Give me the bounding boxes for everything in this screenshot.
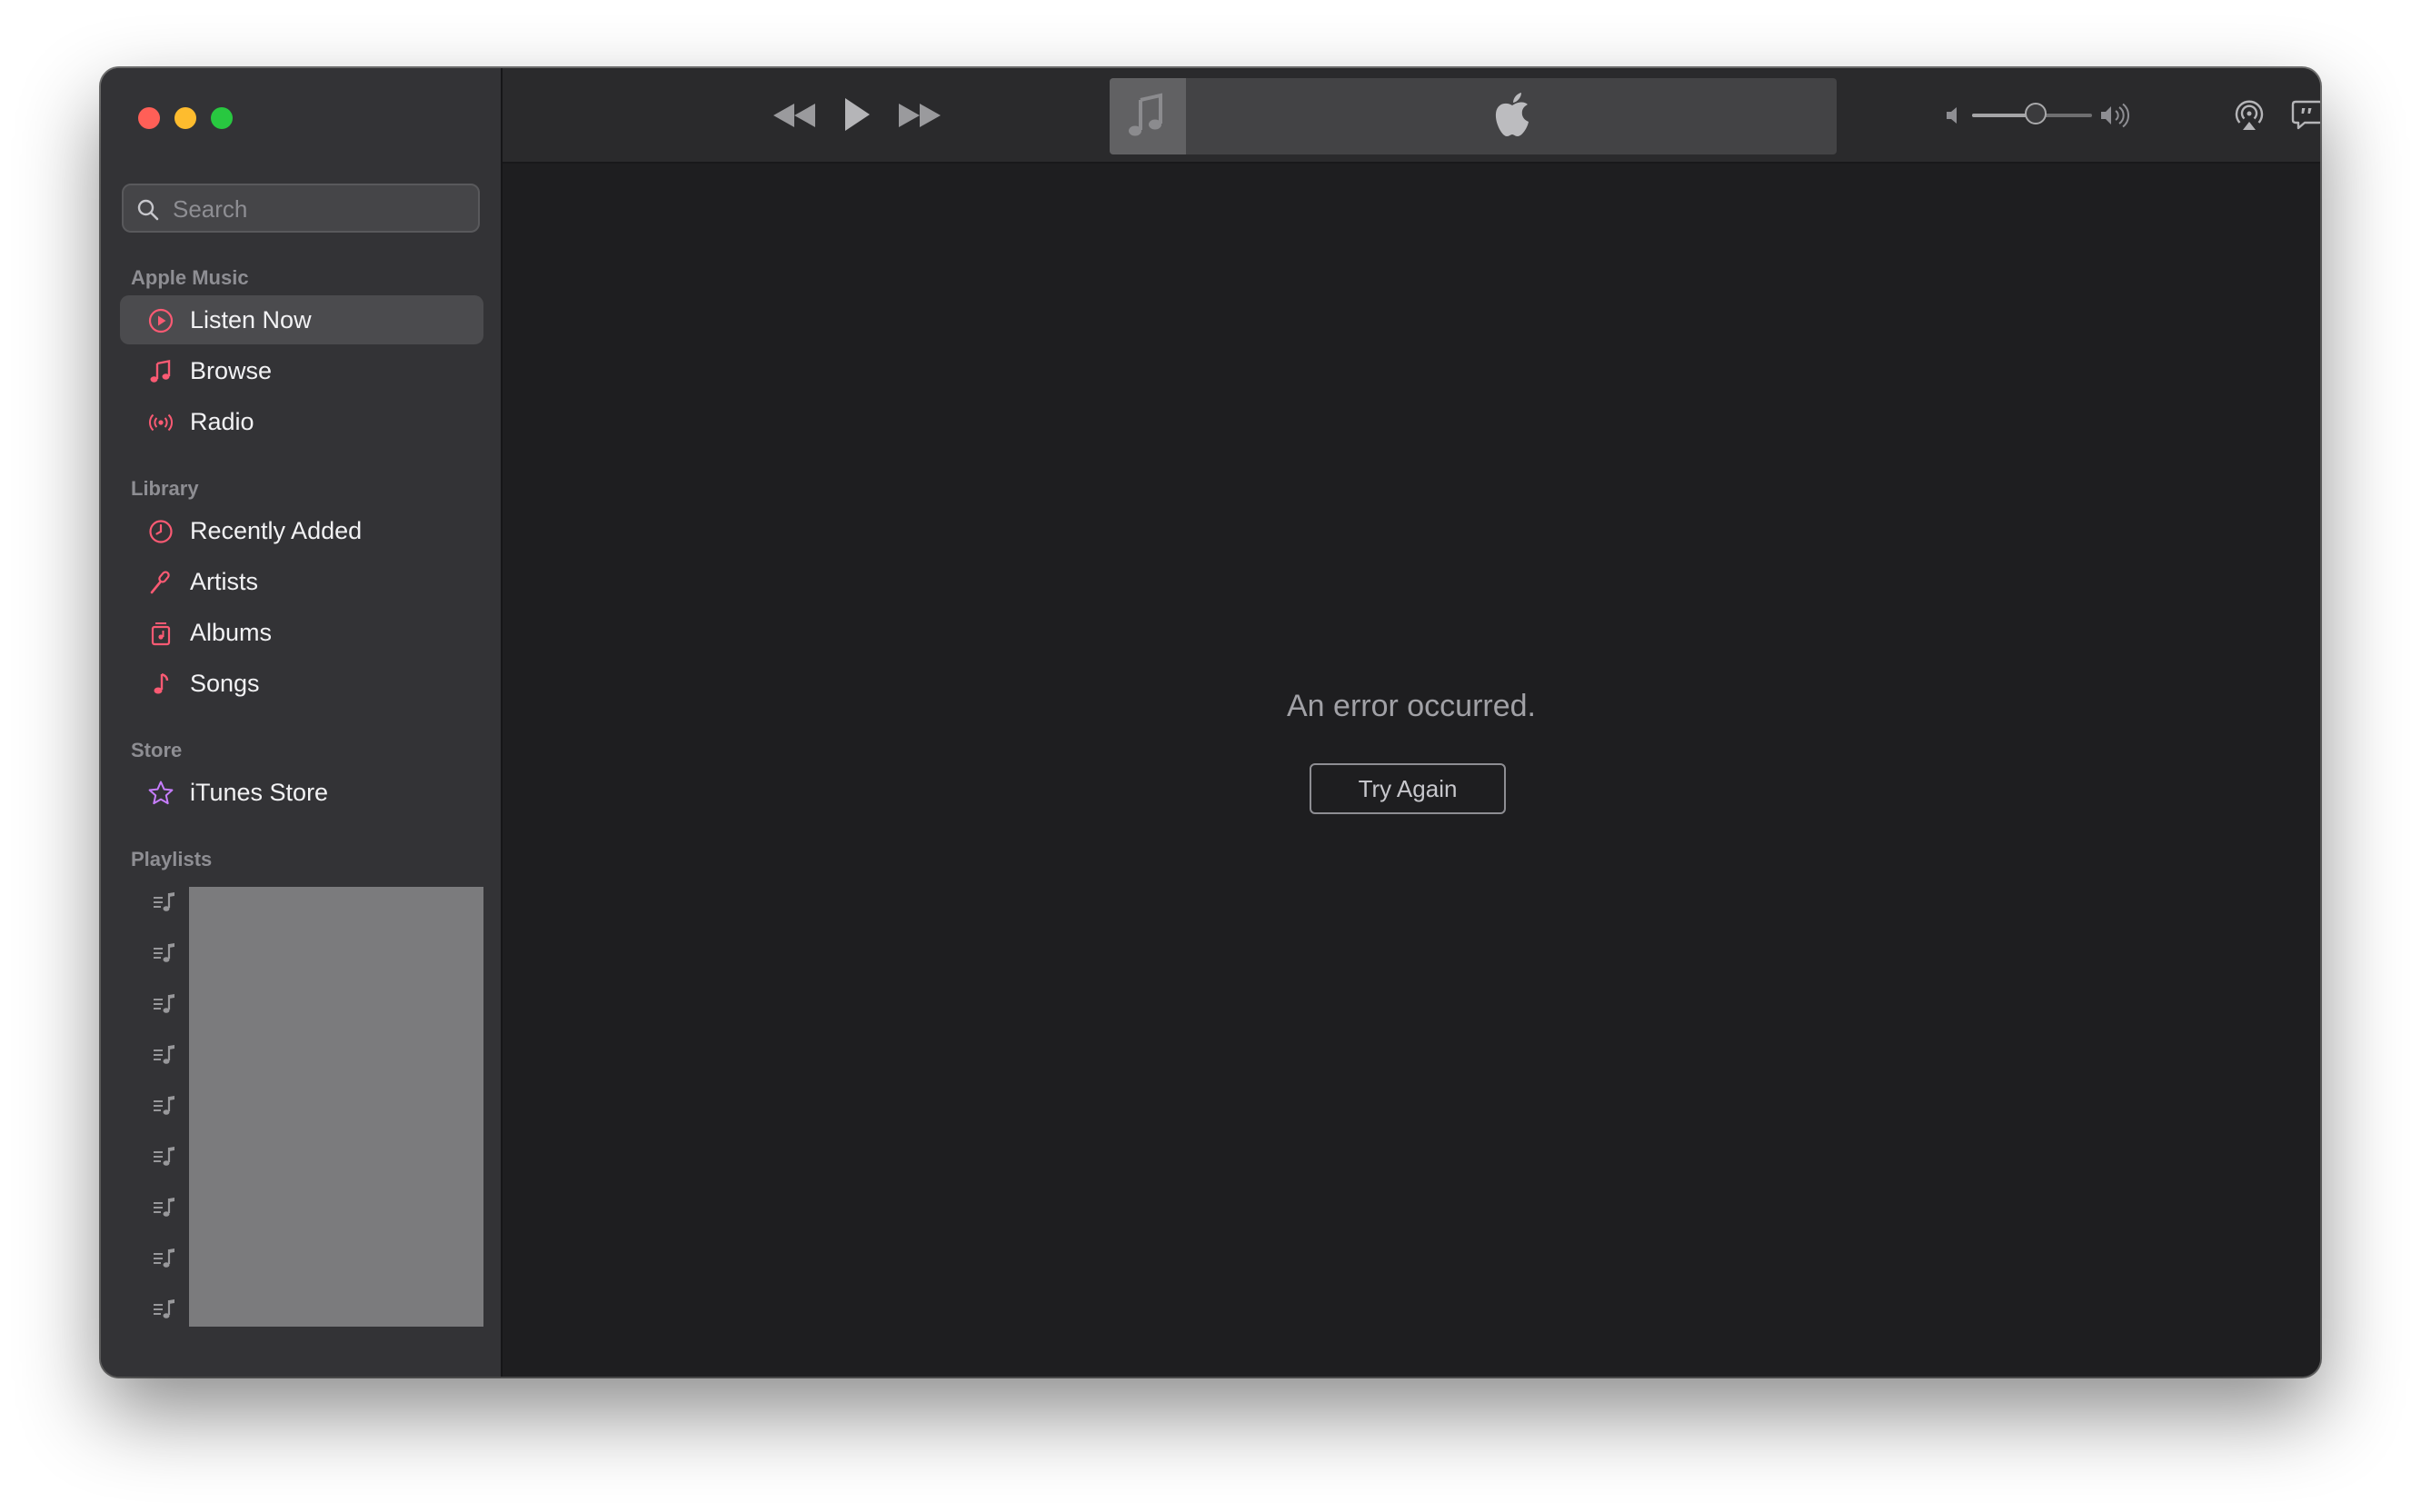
- sidebar-item-browse[interactable]: Browse: [120, 346, 483, 395]
- playlist-icon[interactable]: [151, 940, 178, 967]
- search-box[interactable]: [122, 184, 480, 233]
- music-note-icon: [1129, 93, 1162, 136]
- sidebar: Apple Music Listen Now Browse: [101, 68, 503, 1377]
- sidebar-item-songs[interactable]: Songs: [120, 659, 483, 708]
- sidebar-item-recently-added[interactable]: Recently Added: [120, 506, 483, 555]
- music-window: Apple Music Listen Now Browse: [101, 68, 2320, 1377]
- rewind-button[interactable]: [771, 101, 818, 130]
- try-again-button[interactable]: Try Again: [1310, 763, 1506, 814]
- airplay-icon[interactable]: [2232, 98, 2267, 133]
- sidebar-item-itunes-store[interactable]: iTunes Store: [120, 768, 483, 817]
- playlist-names-redacted: [189, 887, 483, 1327]
- close-window-button[interactable]: [138, 107, 160, 129]
- sidebar-item-label: Listen Now: [190, 306, 312, 333]
- playlist-icon[interactable]: [151, 1143, 178, 1170]
- play-circle-icon: [148, 308, 174, 333]
- sidebar-item-label: Radio: [190, 408, 254, 435]
- search-icon: [137, 199, 159, 221]
- volume-low-icon: [1947, 107, 1957, 124]
- section-label-playlists: Playlists: [131, 848, 213, 870]
- fast-forward-button[interactable]: [896, 101, 943, 130]
- album-icon: [151, 622, 171, 646]
- sidebar-item-radio[interactable]: Radio: [120, 397, 483, 446]
- main-content: An error occurred. Try Again: [503, 164, 2320, 1377]
- sidebar-item-label: Artists: [190, 568, 259, 595]
- sidebar-item-label: Recently Added: [190, 517, 363, 544]
- sidebar-item-label: iTunes Store: [190, 779, 329, 806]
- player-toolbar: [503, 68, 2320, 164]
- search-input[interactable]: [171, 185, 465, 233]
- playlist-icon[interactable]: [151, 1041, 178, 1069]
- error-message: An error occurred.: [1287, 689, 1536, 723]
- play-button[interactable]: [842, 95, 872, 134]
- sidebar-item-albums[interactable]: Albums: [120, 608, 483, 657]
- music-note-icon: [150, 360, 171, 383]
- playlist-icon[interactable]: [151, 1245, 178, 1272]
- sidebar-item-artists[interactable]: Artists: [120, 557, 483, 606]
- sidebar-item-label: Songs: [190, 670, 260, 697]
- music-note-icon: [154, 672, 169, 694]
- playlist-icon[interactable]: [151, 1296, 178, 1323]
- sidebar-item-label: Browse: [190, 357, 273, 384]
- section-label-store: Store: [131, 739, 183, 761]
- star-icon: [148, 781, 174, 805]
- microphone-icon: [150, 571, 170, 594]
- minimize-window-button[interactable]: [174, 107, 196, 129]
- clock-icon: [149, 520, 173, 543]
- playlist-icon[interactable]: [151, 1092, 178, 1119]
- volume-slider-knob[interactable]: [2024, 103, 2047, 124]
- sidebar-item-listen-now[interactable]: Listen Now: [120, 295, 483, 344]
- now-playing-display[interactable]: [1110, 78, 1837, 154]
- playlist-icon[interactable]: [151, 990, 178, 1018]
- zoom-window-button[interactable]: [211, 107, 233, 129]
- section-label-apple-music: Apple Music: [131, 266, 249, 289]
- sidebar-item-label: Albums: [190, 619, 273, 646]
- radio-waves-icon: [149, 413, 173, 432]
- section-label-library: Library: [131, 477, 199, 500]
- album-art-placeholder: [1110, 78, 1186, 154]
- volume-high-icon: [2101, 103, 2129, 128]
- playlist-icon[interactable]: [151, 889, 178, 916]
- playlist-icon[interactable]: [151, 1194, 178, 1221]
- apple-logo-icon: [1495, 93, 1529, 136]
- lyrics-icon[interactable]: [2290, 98, 2320, 133]
